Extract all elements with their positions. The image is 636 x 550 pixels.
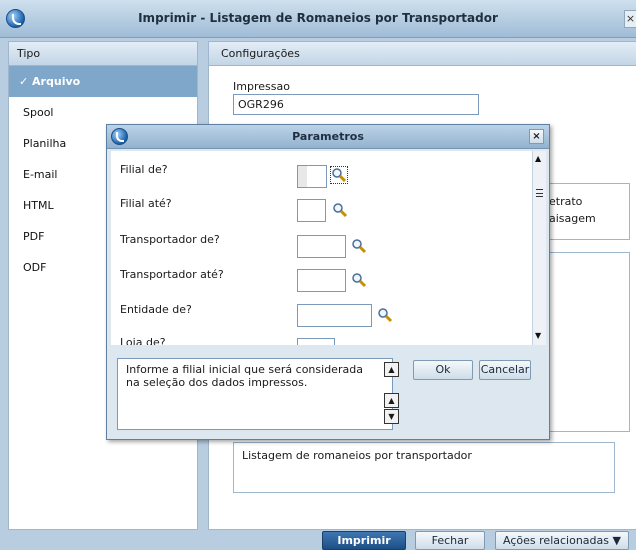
impressao-input[interactable]: OGR296 [233,94,479,115]
window-title: Imprimir - Listagem de Romaneios por Tra… [138,11,498,25]
parametros-dialog: Parametros × Filial de? Filial até? Tran… [106,124,550,440]
magnifier-icon[interactable] [351,238,367,254]
configuracoes-header: Configurações [208,41,636,66]
param-label: Filial de? [120,163,168,176]
loja-de-input[interactable] [297,338,335,345]
tipo-item-arquivo[interactable]: ✓ Arquivo [9,66,197,97]
window-titlebar: Imprimir - Listagem de Romaneios por Tra… [0,0,636,38]
scroll-down-icon[interactable]: ▼ [384,409,399,424]
scroll-up-icon[interactable]: ▲ [384,393,399,408]
transportador-ate-input[interactable] [297,269,346,292]
scroll-thumb[interactable] [536,189,543,197]
param-label: Transportador de? [120,233,220,246]
magnifier-icon[interactable] [332,202,348,218]
orientation-paisagem-label[interactable]: aisagem [549,212,596,225]
entidade-de-input[interactable] [297,304,372,327]
scroll-up-icon[interactable]: ▲ [384,362,399,377]
filial-de-input[interactable] [297,165,327,188]
fechar-button[interactable]: Fechar [415,531,485,550]
param-label: Transportador até? [120,268,224,281]
impressao-label: Impressao [233,80,290,93]
imprimir-button[interactable]: Imprimir [322,531,406,550]
filial-ate-input[interactable] [297,199,326,222]
scroll-up-icon[interactable]: ▲ [535,154,541,163]
parameters-scrollbar[interactable]: ▲ ▼ [532,151,546,345]
help-text-box: Informe a filial inicial que será consid… [117,358,399,430]
close-icon[interactable]: × [624,10,636,28]
dialog-titlebar: Parametros × [107,125,549,149]
preview-box [540,252,630,432]
param-label: Entidade de? [120,303,192,316]
close-icon[interactable]: × [529,129,544,144]
orientation-retrato-label[interactable]: etrato [549,195,582,208]
scroll-down-icon[interactable]: ▼ [535,331,541,340]
param-label: Filial até? [120,197,172,210]
parameters-list: Filial de? Filial até? Transportador de?… [111,151,532,345]
tipo-header: Tipo [8,41,198,66]
help-text: Informe a filial inicial que será consid… [126,363,363,389]
param-label: Loja de? [120,336,166,345]
magnifier-icon[interactable] [330,166,348,184]
dialog-title: Parametros [292,130,364,143]
magnifier-icon[interactable] [351,272,367,288]
ok-button[interactable]: Ok [413,360,473,380]
cancelar-button[interactable]: Cancelar [479,360,531,380]
report-description: Listagem de romaneios por transportador [233,442,615,493]
transportador-de-input[interactable] [297,235,346,258]
magnifier-icon[interactable] [377,307,393,323]
acoes-relacionadas-button[interactable]: Ações relacionadas ▼ [495,531,629,550]
